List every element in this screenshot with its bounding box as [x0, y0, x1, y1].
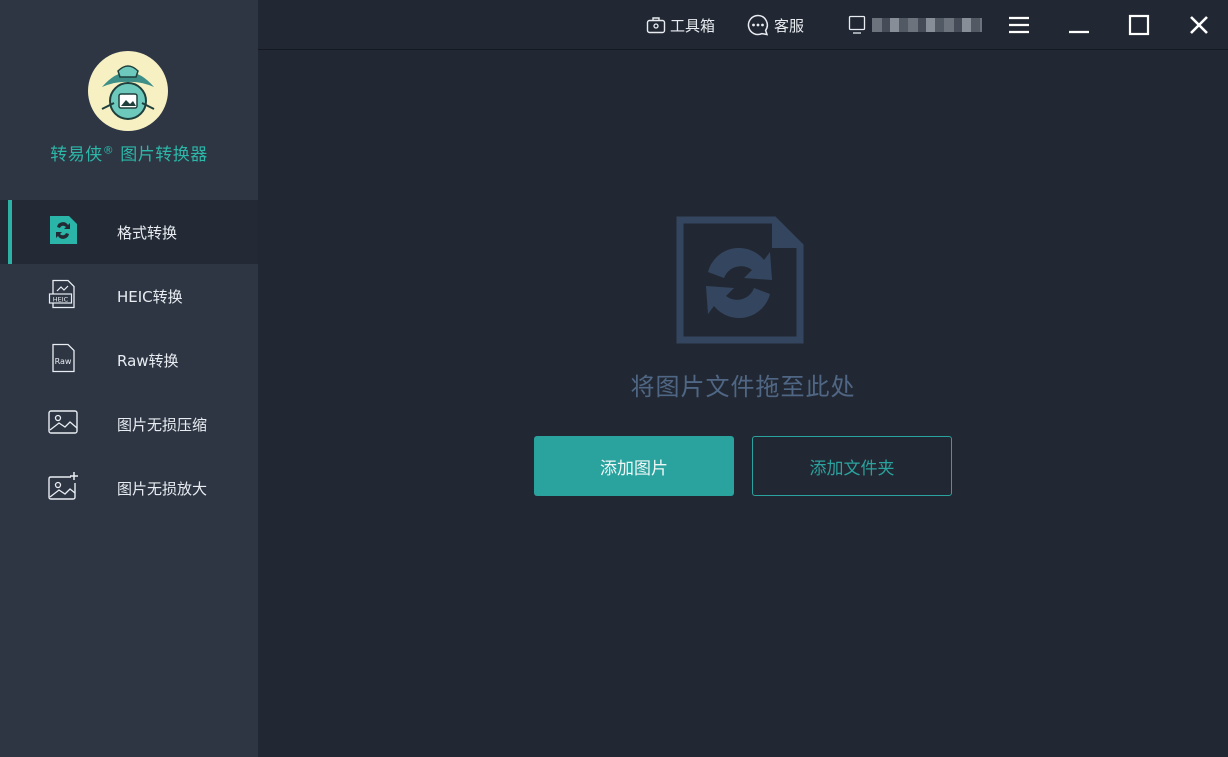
- app-name: 转易侠: [50, 145, 103, 165]
- minimize-button[interactable]: [1064, 10, 1094, 40]
- account-area[interactable]: [848, 14, 982, 36]
- sidebar-item-raw[interactable]: Raw Raw转换: [0, 328, 258, 392]
- menu-button[interactable]: [1004, 10, 1034, 40]
- hamburger-icon: [1009, 16, 1029, 34]
- maximize-icon: [1128, 14, 1150, 36]
- heic-file-icon: HEIC: [47, 278, 79, 310]
- support-label: 客服: [774, 16, 805, 35]
- drop-hint-text: 将图片文件拖至此处: [630, 373, 856, 401]
- chat-bubble-icon: [747, 14, 769, 36]
- app-logo: [88, 51, 168, 131]
- sidebar-item-label: 格式转换: [117, 223, 178, 242]
- sidebar-item-heic[interactable]: HEIC HEIC转换: [0, 264, 258, 328]
- image-icon: [47, 406, 79, 438]
- sidebar-item-compress[interactable]: 图片无损压缩: [0, 392, 258, 456]
- active-indicator: [8, 200, 12, 264]
- title-bar: 工具箱 客服: [258, 0, 1228, 50]
- app-title: 转易侠® 图片转换器: [0, 140, 258, 165]
- heic-badge-text: HEIC: [53, 295, 69, 303]
- format-convert-icon: [47, 214, 79, 246]
- raw-file-icon: Raw: [47, 342, 79, 374]
- file-convert-icon: [676, 216, 804, 348]
- support-button[interactable]: 客服: [746, 12, 804, 38]
- toolbox-button[interactable]: 工具箱: [646, 12, 715, 38]
- image-plus-icon: [47, 470, 79, 502]
- minimize-icon: [1069, 30, 1089, 34]
- sidebar-item-format-convert[interactable]: 格式转换: [0, 200, 258, 264]
- app-window: 转易侠® 图片转换器 格式转换 HEIC HEIC转换 Raw Raw转换 图片…: [0, 0, 1228, 757]
- maximize-button[interactable]: [1124, 10, 1154, 40]
- sidebar-item-label: 图片无损压缩: [117, 415, 208, 434]
- device-icon: [848, 15, 866, 34]
- sidebar: 转易侠® 图片转换器 格式转换 HEIC HEIC转换 Raw Raw转换 图片…: [0, 0, 258, 757]
- sidebar-item-enlarge[interactable]: 图片无损放大: [0, 456, 258, 520]
- sidebar-item-label: 图片无损放大: [117, 479, 208, 498]
- sidebar-nav: 格式转换 HEIC HEIC转换 Raw Raw转换 图片无损压缩 图片无损放大: [0, 200, 258, 520]
- toolbox-label: 工具箱: [670, 16, 716, 35]
- add-images-button[interactable]: 添加图片: [534, 436, 734, 496]
- sidebar-item-label: Raw转换: [117, 351, 179, 370]
- account-name-redacted: [872, 18, 982, 32]
- drop-zone[interactable]: 将图片文件拖至此处 添加图片 添加文件夹: [258, 51, 1228, 757]
- add-folder-button[interactable]: 添加文件夹: [752, 436, 952, 496]
- close-icon: [1190, 16, 1208, 34]
- toolbox-icon: [646, 17, 666, 34]
- close-button[interactable]: [1184, 10, 1214, 40]
- app-subtitle: 图片转换器: [120, 145, 208, 165]
- registered-mark: ®: [102, 143, 115, 157]
- raw-badge-text: Raw: [55, 357, 72, 366]
- sidebar-item-label: HEIC转换: [117, 287, 183, 306]
